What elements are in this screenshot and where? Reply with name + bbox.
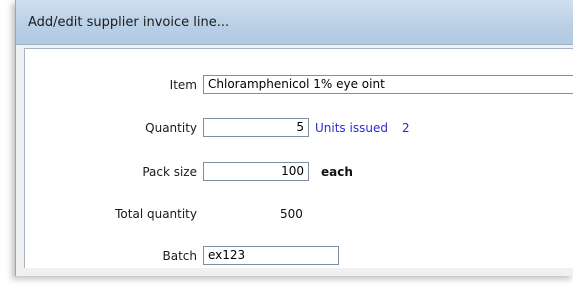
batch-label: Batch [162, 249, 198, 263]
form-panel: Item Chloramphenicol 1% eye oint Quantit… [24, 48, 573, 268]
units-issued-label[interactable]: Units issued [315, 121, 388, 135]
total-quantity-label: Total quantity [115, 207, 197, 221]
pack-size-unit: each [321, 165, 353, 179]
batch-field[interactable]: ex123 [203, 246, 339, 265]
total-quantity-value: 500 [280, 207, 303, 221]
pack-size-field[interactable]: 100 [203, 162, 309, 181]
pack-size-label: Pack size [142, 165, 197, 179]
window-title: Add/edit supplier invoice line... [28, 15, 230, 30]
item-field[interactable]: Chloramphenicol 1% eye oint [203, 75, 573, 94]
quantity-field[interactable]: 5 [203, 118, 309, 137]
quantity-label: Quantity [145, 121, 197, 135]
units-issued-value[interactable]: 2 [402, 121, 410, 135]
dialog-window: Add/edit supplier invoice line... Item C… [15, 0, 573, 276]
item-label: Item [169, 78, 197, 92]
title-bar[interactable]: Add/edit supplier invoice line... [16, 0, 573, 45]
